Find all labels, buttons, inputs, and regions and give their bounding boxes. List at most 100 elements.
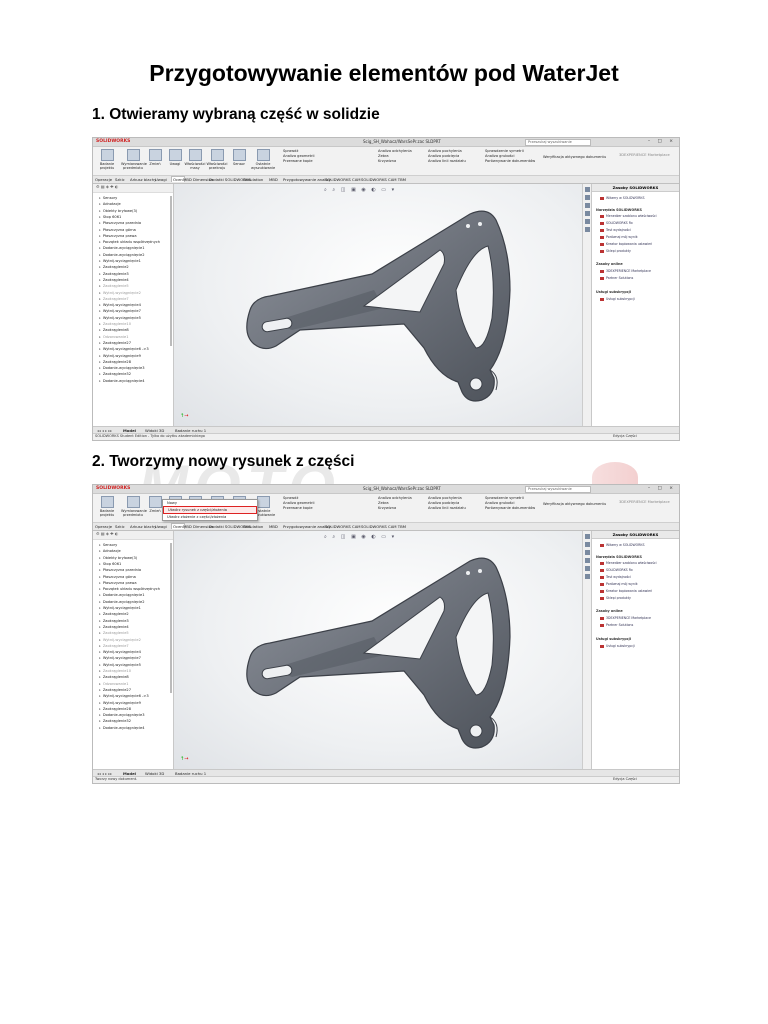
feature-tree-item[interactable]: Adnotacje (99, 202, 121, 206)
feature-tree-item[interactable]: Wytnij-wyciągnięcie5 (99, 316, 141, 320)
ribbon-cmd[interactable]: Krzywizna (378, 159, 412, 164)
feature-tree-item[interactable]: Sensory (99, 196, 117, 200)
task-pane-link[interactable]: Menedżer szablonu właściwości (600, 561, 657, 565)
feature-tree-item[interactable]: Płaszczyzna górna (99, 228, 136, 232)
task-pane-link[interactable]: Porównaj mój wynik (600, 235, 638, 239)
task-pane-link[interactable]: SOLIDWORKS Rx (600, 221, 633, 225)
welcome-link[interactable]: Witamy w SOLIDWORKS (600, 543, 645, 547)
task-pane-link[interactable]: Sklepi produkty (600, 596, 631, 600)
task-pane-link[interactable]: Menedżer szablonu właściwości (600, 214, 657, 218)
feature-tree-item[interactable]: Zaokrąglenie28 (99, 360, 131, 364)
tab-uwagi[interactable]: Uwagi (155, 524, 167, 529)
tab-solidworks-cam-tbm[interactable]: SOLIDWORKS CAM TBM (361, 177, 406, 182)
feature-tree-item[interactable]: Dodanie-wyciągnięcie1 (99, 593, 145, 597)
graphics-area[interactable]: ⌕ ⌕ ◫ ▣ ◉ ◐ ▭ ▾ ↑→ (174, 184, 583, 427)
tab-operacje[interactable]: Operacje (95, 177, 112, 182)
tab-uwagi[interactable]: Uwagi (155, 177, 167, 182)
welcome-link[interactable]: Witamy w SOLIDWORKS (600, 196, 645, 200)
feature-tree-item[interactable]: Obiekty bryłowe(3) (99, 209, 137, 213)
tab-przygotowywanie-analizy[interactable]: Przygotowywanie analizy (283, 177, 331, 182)
feature-tree-item[interactable]: Wytnij-wyciągnięcie2 (99, 291, 141, 295)
task-pane-link[interactable]: Usługi subskrypcji (600, 297, 635, 301)
ribbon-big-button[interactable]: Badanie projektu (95, 496, 119, 517)
feature-tree-item[interactable]: Zaokrąglenie27 (99, 688, 131, 692)
ribbon-big-button[interactable]: Badanie projektu (95, 149, 119, 170)
feature-tree-item[interactable]: Wytnij-wyciągnięcie7 (99, 309, 141, 313)
ribbon-cmd[interactable]: Krzywizna (378, 506, 412, 511)
feature-tree-item[interactable]: Zaokrąglenie4 (99, 625, 129, 629)
task-pane-link[interactable]: Test wydajności (600, 575, 631, 579)
feature-tree-item[interactable]: Dodanie-wyciągnięcie4 (99, 379, 145, 383)
feature-tree-item[interactable]: Wytnij-wyciągnięcie4 (99, 303, 141, 307)
feature-tree-item[interactable]: Odzorowanie1 (99, 335, 129, 339)
feature-tree-toolbar[interactable]: ⚙ ▦ ◈ ✚ ◐ (93, 184, 173, 193)
feature-tree-item[interactable]: Wytnij-wyciągnięcie9 (99, 354, 141, 358)
feature-tree-item[interactable]: Dodanie-wyciągnięcie2 (99, 600, 145, 604)
tab-mbd[interactable]: MBD (269, 524, 278, 529)
feature-tree-item[interactable]: Zaokrąglenie8 (99, 675, 129, 679)
task-pane-link[interactable]: Partner Solutions (600, 623, 633, 627)
window-controls[interactable]: – □ × (648, 139, 676, 144)
feature-tree-item[interactable]: Zaokrąglenie28 (99, 707, 131, 711)
feature-tree-item[interactable]: Dodanie-wyciągnięcie1 (99, 246, 145, 250)
ribbon-cmd[interactable]: Porównywanie dokumentów (485, 506, 535, 511)
feature-tree-item[interactable]: Adnotacje (99, 549, 121, 553)
graphics-area[interactable]: ⌕ ⌕ ◫ ▣ ◉ ◐ ▭ ▾ ↑→ (174, 531, 583, 770)
feature-tree-item[interactable]: Początek układu współrzędnych (99, 587, 160, 591)
task-pane-link[interactable]: Kreator kopiowania ustawień (600, 589, 652, 593)
feature-tree-item[interactable]: Wytnij-wyciągnięcie1 (99, 606, 141, 610)
ribbon-big-button[interactable]: Sensor (227, 149, 251, 166)
search-input[interactable]: Przeszukaj wyszukiwanie (525, 486, 591, 493)
part-model[interactable] (214, 198, 594, 428)
feature-tree-item[interactable]: Wytnij-wyciągnięcie7 (99, 656, 141, 660)
feature-tree-item[interactable]: Zaokrąglenie10 (99, 669, 131, 673)
tab-przygotowywanie-analizy[interactable]: Przygotowywanie analizy (283, 524, 331, 529)
tab-solidworks-cam-tbm[interactable]: SOLIDWORKS CAM TBM (361, 524, 406, 529)
feature-tree-item[interactable]: Początek układu współrzędnych (99, 240, 160, 244)
feature-tree-item[interactable]: Płaszczyzna przednia (99, 568, 141, 572)
feature-tree-item[interactable]: Wytnij-wyciągnięcie2 (99, 638, 141, 642)
ribbon-cmd[interactable]: Przerwane kopie (283, 159, 314, 164)
tab-operacje[interactable]: Operacje (95, 524, 112, 529)
solidworks-logo[interactable]: SOLIDWORKS (96, 486, 130, 491)
ribbon-big-button[interactable]: Właściwości masy (183, 149, 207, 170)
feature-tree-item[interactable]: Płaszczyzna przednia (99, 221, 141, 225)
feature-tree-item[interactable]: Zaokrąglenie5 (99, 631, 129, 635)
ribbon-big-button[interactable]: Wymiarowanie przedmiotu (121, 149, 147, 170)
feature-tree-item[interactable]: Dodanie-wyciągnięcie3 (99, 713, 145, 717)
feature-tree-item[interactable]: Wytnij-wyciągnięcie6 ->3 (99, 694, 149, 698)
ribbon-big-button[interactable]: Ostatnie wyszukiwanie (251, 149, 275, 170)
feature-tree-item[interactable]: Dodanie-wyciągnięcie4 (99, 726, 145, 730)
feature-tree-item[interactable]: Obiekty bryłowe(3) (99, 556, 137, 560)
feature-tree-item[interactable]: Sensory (99, 543, 117, 547)
feature-tree-item[interactable]: Zaokrąglenie32 (99, 372, 131, 376)
feature-tree-item[interactable]: Zaokrąglenie8 (99, 328, 129, 332)
feature-tree-item[interactable]: Zaokrąglenie7 (99, 644, 129, 648)
dropdown-item[interactable]: Utwórz złożenie z części/złożenia (163, 514, 257, 520)
feature-tree-item[interactable]: Zaokrąglenie2 (99, 612, 129, 616)
tab-solidworks-cam[interactable]: SOLIDWORKS CAM (325, 524, 361, 529)
tab-simulation[interactable]: Simulation (243, 524, 263, 529)
feature-tree-item[interactable]: Odzorowanie1 (99, 682, 129, 686)
feature-tree-item[interactable]: Zaokrąglenie7 (99, 297, 129, 301)
feature-tree-item[interactable]: Wytnij-wyciągnięcie6 ->3 (99, 347, 149, 351)
ribbon-cmd[interactable]: Przerwane kopie (283, 506, 314, 511)
ribbon-cmd[interactable]: Analiza linii rozdziału (428, 506, 466, 511)
task-pane-link[interactable]: Sklepi produkty (600, 249, 631, 253)
ribbon-big-button[interactable]: Właściwości przekroju (205, 149, 229, 170)
ribbon-cmd[interactable]: Porównywanie dokumentów (485, 159, 535, 164)
search-input[interactable]: Przeszukaj wyszukiwanie (525, 139, 591, 146)
window-controls[interactable]: – □ × (648, 486, 676, 491)
verify-document-button[interactable]: Weryfikacja aktywnego dokumentu (543, 502, 606, 507)
verify-document-button[interactable]: Weryfikacja aktywnego dokumentu (543, 155, 606, 160)
feature-tree-item[interactable]: Zaokrąglenie4 (99, 278, 129, 282)
feature-tree-scrollbar[interactable] (170, 543, 172, 693)
feature-tree-item[interactable]: Zaokrąglenie27 (99, 341, 131, 345)
feature-tree-item[interactable]: Płaszczyzna prawa (99, 234, 137, 238)
heads-up-toolbar[interactable]: ⌕ ⌕ ◫ ▣ ◉ ◐ ▭ ▾ (324, 187, 396, 193)
feature-tree-item[interactable]: Płaszczyzna górna (99, 575, 136, 579)
task-pane-link[interactable]: Kreator kopiowania ustawień (600, 242, 652, 246)
feature-tree-item[interactable]: Stop 6061 (99, 562, 121, 566)
tab-simulation[interactable]: Simulation (243, 177, 263, 182)
feature-tree-item[interactable]: Wytnij-wyciągnięcie4 (99, 650, 141, 654)
